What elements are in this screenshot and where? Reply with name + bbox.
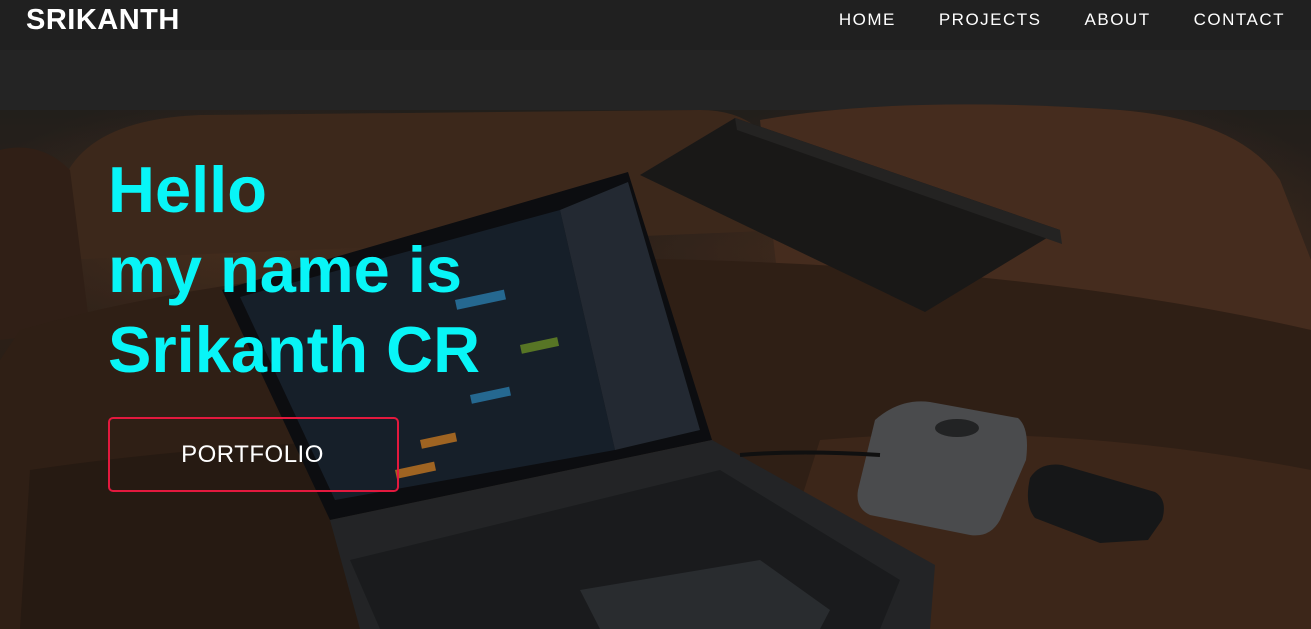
portfolio-button[interactable]: PORTFOLIO [108, 417, 399, 492]
nav-item-about[interactable]: ABOUT [1085, 9, 1151, 31]
nav-item-home[interactable]: HOME [839, 9, 896, 31]
headline-line-greeting: Hello [108, 153, 267, 226]
headline-line-name: Srikanth CR [108, 313, 481, 386]
nav-links: HOME PROJECTS ABOUT CONTACT [796, 9, 1285, 31]
hero-section: SRIKANTH HOME PROJECTS ABOUT CONTACT Hel… [0, 0, 1311, 629]
hero-headline: Hello my name is Srikanth CR [108, 150, 480, 390]
brand-logo[interactable]: SRIKANTH [26, 4, 180, 37]
top-navbar: SRIKANTH HOME PROJECTS ABOUT CONTACT [0, 0, 1311, 50]
nav-item-contact[interactable]: CONTACT [1194, 9, 1285, 31]
nav-item-projects[interactable]: PROJECTS [939, 9, 1042, 31]
headline-line-intro: my name is [108, 233, 463, 306]
